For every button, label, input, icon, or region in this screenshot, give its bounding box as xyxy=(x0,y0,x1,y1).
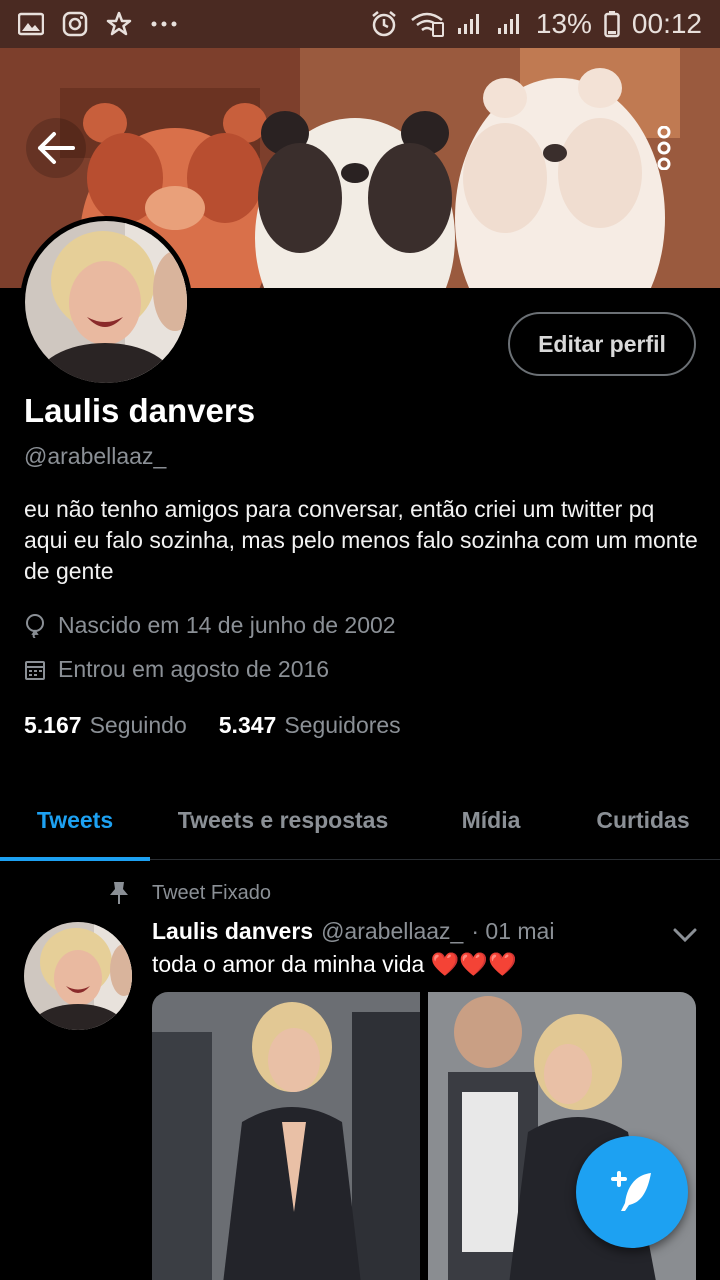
back-button[interactable] xyxy=(26,118,86,178)
tweet-author-handle: @arabellaaz_ xyxy=(321,918,464,944)
join-date-row: Entrou em agosto de 2016 xyxy=(24,656,329,683)
follow-stats: 5.167 Seguindo 5.347 Seguidores xyxy=(24,712,433,739)
signal-icon xyxy=(496,12,524,36)
join-date-text: Entrou em agosto de 2016 xyxy=(58,656,330,682)
battery-icon xyxy=(604,10,620,38)
photo-woman-black-suit xyxy=(152,992,420,1280)
alarm-icon xyxy=(370,10,398,38)
followers-label: Seguidores xyxy=(284,712,401,738)
avatar-photo-small xyxy=(24,922,132,1030)
compose-tweet-button[interactable] xyxy=(576,1136,688,1248)
display-name: Laulis danvers xyxy=(24,392,256,429)
more-dots-icon xyxy=(150,20,178,28)
tab-tweets[interactable]: Tweets xyxy=(0,780,150,861)
feather-compose-icon xyxy=(611,1171,651,1211)
profile-handle: @arabellaaz_ xyxy=(24,443,167,469)
battery-percent: 13% xyxy=(535,8,592,39)
tweet-author-avatar[interactable] xyxy=(24,922,132,1030)
tweet-text: toda o amor da minha vida ❤️❤️❤️ xyxy=(152,951,517,977)
balloon-icon xyxy=(26,613,44,638)
followers-link[interactable]: 5.347 Seguidores xyxy=(219,712,433,739)
wifi-icon xyxy=(410,11,444,37)
following-link[interactable]: 5.167 Seguindo xyxy=(24,712,219,739)
chevron-down-icon[interactable] xyxy=(670,922,700,948)
star-icon xyxy=(106,11,132,37)
tweet-header: Laulis danvers @arabellaaz_ · 01 mai xyxy=(152,918,554,945)
following-count: 5.167 xyxy=(24,712,82,738)
vertical-dots-icon xyxy=(657,126,671,170)
tab-likes[interactable]: Curtidas xyxy=(566,780,720,860)
clock: 00:12 xyxy=(631,8,702,39)
birth-date-row: Nascido em 14 de junho de 2002 xyxy=(24,612,396,639)
tab-media[interactable]: Mídia xyxy=(416,780,566,860)
status-bar: 13% 00:12 xyxy=(0,0,720,48)
instagram-icon xyxy=(62,11,88,37)
tweet-date: · 01 mai xyxy=(471,918,555,944)
followers-count: 5.347 xyxy=(218,712,277,738)
signal-icon xyxy=(456,12,484,36)
following-label: Seguindo xyxy=(89,712,187,738)
avatar-photo xyxy=(25,221,187,383)
tweet-author-name[interactable]: Laulis danvers xyxy=(152,918,313,945)
tweet-media-1[interactable] xyxy=(152,992,420,1280)
profile-avatar[interactable] xyxy=(20,216,192,388)
more-options-button[interactable] xyxy=(634,118,694,178)
birth-date-text: Nascido em 14 de junho de 2002 xyxy=(58,612,396,638)
pinned-label: Tweet Fixado xyxy=(152,881,271,904)
profile-bio: eu não tenho amigos para conversar, entã… xyxy=(24,496,698,584)
arrow-left-icon xyxy=(38,132,75,164)
pinned-indicator: Tweet Fixado xyxy=(108,880,271,906)
calendar-icon xyxy=(25,660,45,680)
gallery-icon xyxy=(18,12,44,36)
tab-tweets-replies[interactable]: Tweets e respostas xyxy=(150,780,416,860)
profile-tabs: Tweets Tweets e respostas Mídia Curtidas xyxy=(0,780,720,861)
pin-icon xyxy=(110,882,128,904)
edit-profile-button[interactable]: Editar perfil xyxy=(508,312,696,376)
